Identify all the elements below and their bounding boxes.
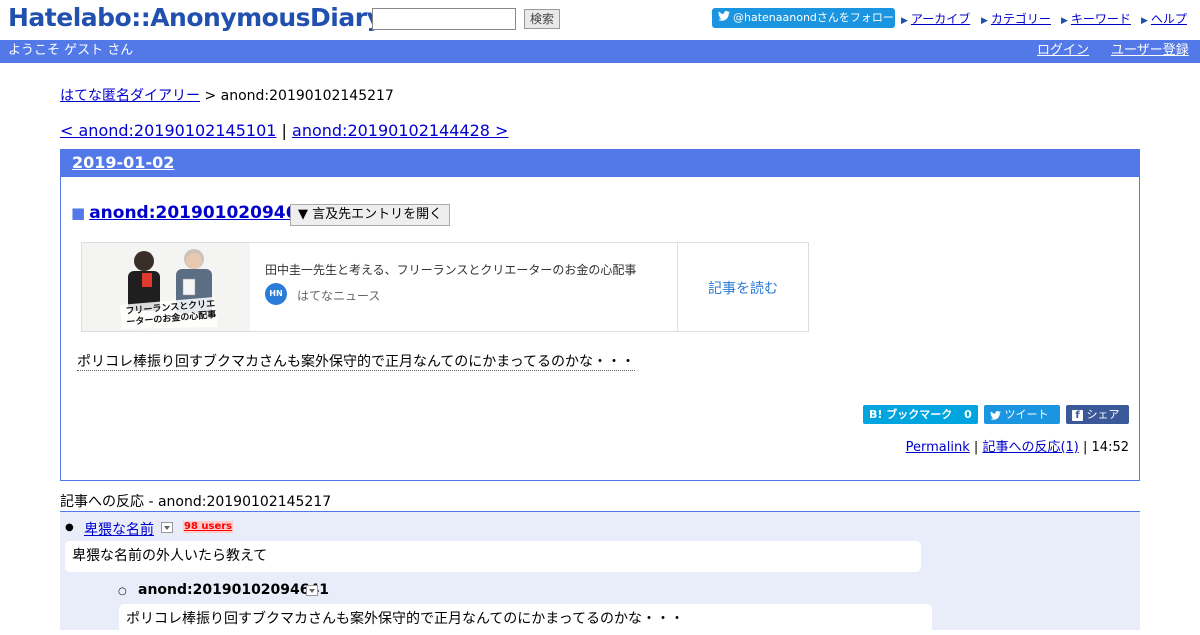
nav-category-link[interactable]: カテゴリー xyxy=(991,12,1051,26)
entry-body-text: ポリコレ棒振り回すブクマカさんも案外保守的で正月なんてのにかまってるのかな・・・ xyxy=(77,354,636,371)
twitter-follow-button[interactable]: @hatenaanondさんをフォロー xyxy=(712,8,895,28)
reactions-section: ● 卑猥な名前 98 users 卑猥な名前の外人いたら教えて ○ anond:… xyxy=(60,511,1140,635)
entry-body: ポリコレ棒振り回すブクマカさんも案外保守的で正月なんてのにかまってるのかな・・・ xyxy=(77,351,636,371)
news-source: はてなニュース xyxy=(297,289,381,303)
read-article-button[interactable]: 記事を読む xyxy=(678,243,808,331)
search-button[interactable]: 検索 xyxy=(524,9,561,29)
news-headline[interactable]: 田中圭一先生と考える、フリーランスとクリエーターのお金の心配事 xyxy=(265,261,636,278)
breadcrumb-home[interactable]: はてな匿名ダイアリー xyxy=(60,88,200,104)
site-logo[interactable]: Hatelabo::AnonymousDiary xyxy=(8,3,383,32)
nav-arrow-icon: ▶ xyxy=(1061,16,1068,26)
permalink-link[interactable]: Permalink xyxy=(906,440,970,455)
square-marker-icon: ■ xyxy=(71,204,86,222)
twitter-bird-icon xyxy=(718,8,730,28)
tweet-button[interactable]: ツイート xyxy=(984,405,1060,424)
reaction-title-link[interactable]: 卑猥な名前 xyxy=(84,519,154,539)
next-entry-link[interactable]: anond:20190102144428 > xyxy=(292,121,508,140)
facebook-icon: f xyxy=(1072,409,1083,421)
reaction-snippet: 卑猥な名前の外人いたら教えて xyxy=(65,541,921,572)
nav-arrow-icon: ▶ xyxy=(901,16,908,26)
footer-separator: | xyxy=(1083,440,1088,455)
nav-category[interactable]: ▶ カテゴリー xyxy=(981,10,1051,27)
nav-arrow-icon: ▶ xyxy=(981,16,988,26)
nav-help[interactable]: ▶ ヘルプ xyxy=(1141,10,1187,27)
day-section: 2019-01-02 ■ anond:20190102094641 ▼ 言及先エン… xyxy=(60,149,1140,481)
follow-label: @hatenaanondさんをフォロー xyxy=(733,11,894,24)
breadcrumb: はてな匿名ダイアリー > anond:20190102145217 xyxy=(60,85,394,105)
bookmark-users-badge[interactable]: 98 users xyxy=(183,521,234,533)
day-header: 2019-01-02 xyxy=(61,150,1139,177)
entry-pager: < anond:20190102145101 | anond:201901021… xyxy=(60,121,508,140)
nav-archive[interactable]: ▶ アーカイブ xyxy=(901,10,970,27)
nav-keyword-link[interactable]: キーワード xyxy=(1071,12,1131,26)
day-date[interactable]: 2019-01-02 xyxy=(72,153,174,172)
prev-entry-link[interactable]: < anond:20190102145101 xyxy=(60,121,276,140)
expand-referenced-entry-button[interactable]: ▼ 言及先エントリを開く xyxy=(290,204,451,226)
nested-bullet-icon: ○ xyxy=(118,586,127,597)
news-card[interactable]: フリーランスとクリエーターのお金の心配事 田中圭一先生と考える、フリーランスとク… xyxy=(81,242,809,332)
nested-reaction-title: anond:20190102094641 xyxy=(138,582,329,598)
entry-time: 14:52 xyxy=(1091,440,1129,455)
tweet-label: ツイート xyxy=(1004,408,1049,421)
breadcrumb-separator: > xyxy=(204,88,217,104)
twitter-bird-icon xyxy=(990,408,1005,421)
facebook-share-label: シェア xyxy=(1086,408,1120,421)
hatena-news-icon: HN xyxy=(265,283,287,305)
hatena-bookmark-button[interactable]: B! ブックマーク 0 xyxy=(863,405,978,424)
facebook-share-button[interactable]: f シェア xyxy=(1066,405,1129,424)
search-input[interactable] xyxy=(372,8,516,30)
pager-separator: | xyxy=(281,121,287,140)
register-link[interactable]: ユーザー登録 xyxy=(1111,40,1189,62)
nav-arrow-icon: ▶ xyxy=(1141,16,1148,26)
reactions-link[interactable]: 記事への反応(1) xyxy=(982,440,1078,455)
list-bullet-icon: ● xyxy=(65,522,74,533)
site-header: Hatelabo::AnonymousDiary 検索 @hatenaanond… xyxy=(0,0,1200,40)
footer-separator: | xyxy=(973,440,979,455)
user-bar: ようこそ ゲスト さん ログイン ユーザー登録 xyxy=(0,40,1200,63)
entry-title: ■ anond:20190102094641 xyxy=(71,203,321,223)
bookmark-label: B! ブックマーク xyxy=(869,408,953,421)
entry-title-link[interactable]: anond:20190102094641 xyxy=(89,203,321,223)
nested-dropdown-icon[interactable] xyxy=(306,585,318,596)
bookmark-count: 0 xyxy=(964,408,972,421)
welcome-text: ようこそ ゲスト さん xyxy=(8,43,134,58)
news-thumbnail: フリーランスとクリエーターのお金の心配事 xyxy=(82,243,250,331)
reaction-dropdown-icon[interactable] xyxy=(161,522,173,533)
login-link[interactable]: ログイン xyxy=(1037,40,1089,62)
entry-footer: Permalink | 記事への反応(1) | 14:52 xyxy=(906,436,1129,455)
nav-keyword[interactable]: ▶ キーワード xyxy=(1061,10,1131,27)
nav-archive-link[interactable]: アーカイブ xyxy=(911,12,970,26)
nav-help-link[interactable]: ヘルプ xyxy=(1151,12,1187,26)
breadcrumb-current: anond:20190102145217 xyxy=(220,88,394,104)
reactions-title: 記事への反応 - anond:20190102145217 xyxy=(60,494,332,510)
nested-reaction-snippet: ポリコレ棒振り回すブクマカさんも案外保守的で正月なんてのにかまってるのかな・・・ xyxy=(119,604,932,635)
